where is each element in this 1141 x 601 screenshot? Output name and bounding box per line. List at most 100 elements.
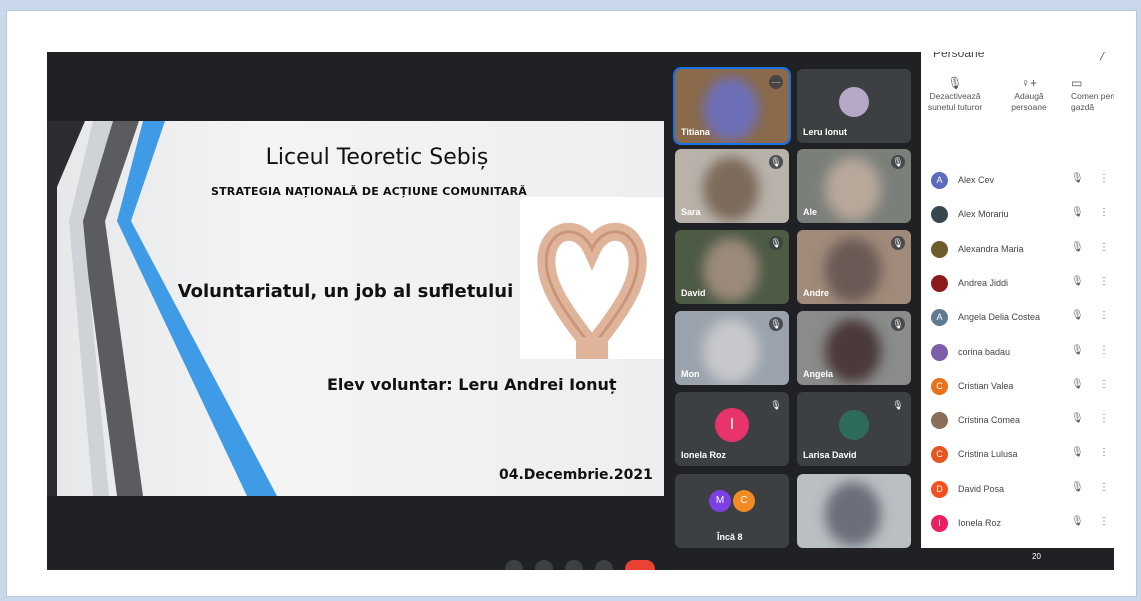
- participant-row[interactable]: A Angela Delia Costea 🎙 ⋮: [931, 307, 1109, 329]
- more-participants-tile[interactable]: M C Încă 8: [675, 474, 789, 548]
- participant-name: Sara: [681, 207, 701, 217]
- mic-off-icon[interactable]: 🎙: [1071, 482, 1084, 493]
- more-options-icon[interactable]: ⋮: [1099, 516, 1109, 527]
- more-options-icon[interactable]: ⋮: [1099, 345, 1109, 356]
- participant-name: Andrea Jiddi: [958, 277, 1009, 288]
- participant-row[interactable]: A Alex Cev 🎙 ⋮: [931, 170, 1109, 192]
- add-person-icon: ♀+: [1020, 76, 1037, 90]
- participant-name: Alex Cev: [958, 175, 995, 185]
- participant-tile[interactable]: [797, 474, 911, 548]
- participant-tile[interactable]: 🎙 Andre: [797, 230, 911, 304]
- mic-off-icon[interactable]: 🎙: [1071, 173, 1084, 184]
- avatar: [931, 240, 948, 258]
- slide-subtitle: STRATEGIA NAȚIONALĂ DE ACȚIUNE COMUNITAR…: [210, 185, 527, 198]
- leave-call-button[interactable]: [625, 560, 655, 570]
- participant-tile[interactable]: I 🎙 Ionela Roz: [675, 392, 789, 466]
- heart-hands-image: [520, 197, 664, 362]
- participant-name: Ale: [803, 207, 818, 217]
- participant-name: Cristina Lulusa: [958, 449, 1018, 460]
- slide-title: Liceul Teoretic Sebiș: [265, 145, 489, 170]
- participant-count-badge: 20: [1032, 552, 1041, 561]
- participant-row[interactable]: Alex Morariu 🎙 ⋮: [931, 204, 1109, 226]
- mic-off-icon[interactable]: 🎙: [1071, 207, 1084, 218]
- avatar: M: [709, 490, 731, 512]
- meet-window: Liceul Teoretic Sebiș STRATEGIA NAȚIONAL…: [47, 52, 1114, 570]
- participant-tile[interactable]: ⋯ Titiana: [673, 67, 791, 145]
- participant-tile[interactable]: 🎙 Ale: [797, 149, 911, 223]
- participant-name: David Posa: [958, 483, 1005, 494]
- participant-name: Alex Morariu: [958, 209, 1009, 220]
- participant-row[interactable]: corina badau 🎙 ⋮: [931, 342, 1109, 364]
- participant-name: David: [681, 288, 706, 298]
- avatar: [839, 87, 869, 117]
- more-options-icon[interactable]: ⋮: [1099, 447, 1109, 458]
- participant-tile[interactable]: Leru Ionut: [797, 69, 911, 143]
- participant-row[interactable]: Cristina Comea 🎙 ⋮: [931, 410, 1109, 432]
- participant-tile[interactable]: 🎙 Sara: [675, 149, 789, 223]
- participant-name: Andre: [803, 288, 830, 298]
- mic-off-icon[interactable]: 🎙: [1071, 447, 1084, 458]
- more-options-icon[interactable]: ⋮: [1099, 482, 1109, 493]
- add-people-button[interactable]: ♀+ Adaugă persoane: [997, 76, 1061, 113]
- more-options-icon[interactable]: ⋮: [1099, 413, 1109, 424]
- close-icon[interactable]: ╱: [1100, 52, 1106, 61]
- more-options-icon[interactable]: ⋮: [1099, 242, 1109, 253]
- avatar: [931, 412, 948, 430]
- mic-off-icon[interactable]: 🎙: [1071, 379, 1084, 390]
- participant-row[interactable]: Alexandra Maria 🎙 ⋮: [931, 239, 1109, 261]
- participant-row[interactable]: Andrea Jiddi 🎙 ⋮: [931, 273, 1109, 295]
- avatar: [931, 343, 948, 361]
- avatar: [931, 206, 948, 224]
- slide-main-text: Voluntariatul, un job al sufletului: [177, 281, 514, 302]
- mic-off-icon: 🎙: [769, 398, 783, 412]
- more-options-icon[interactable]: ⋮: [1099, 207, 1109, 218]
- host-controls-icon: ▭: [1071, 76, 1083, 90]
- mic-off-icon: 🎙: [891, 398, 905, 412]
- more-options-icon[interactable]: ⋮: [1099, 173, 1109, 184]
- panel-title: Persoane: [933, 52, 985, 60]
- mic-off-icon[interactable]: 🎙: [1071, 413, 1084, 424]
- more-options-icon[interactable]: ⋮: [1099, 379, 1109, 390]
- more-options-icon[interactable]: ⋮: [1099, 310, 1109, 321]
- participant-name: Titiana: [681, 127, 710, 137]
- mic-off-icon[interactable]: 🎙: [1071, 516, 1084, 527]
- participant-tile[interactable]: 🎙 Larisa David: [797, 392, 911, 466]
- avatar: D: [931, 480, 948, 498]
- mic-off-icon[interactable]: 🎙: [1071, 242, 1084, 253]
- participant-name: corina badau: [958, 346, 1011, 357]
- mic-off-icon[interactable]: 🎙: [1071, 276, 1084, 287]
- more-options-icon[interactable]: ⋮: [1099, 276, 1109, 287]
- participant-name: Angela Delia Costea: [958, 312, 1041, 323]
- participant-row[interactable]: D David Posa 🎙 ⋮: [931, 479, 1109, 501]
- action-label: Adaugă persoane: [1011, 91, 1047, 112]
- participant-name: Mon: [681, 369, 700, 379]
- avatar: [931, 274, 948, 292]
- mic-off-icon: 🎙: [891, 236, 905, 250]
- avatar: I: [931, 515, 948, 532]
- participant-row[interactable]: C Cristian Valea 🎙 ⋮: [931, 376, 1109, 398]
- mute-all-button[interactable]: 🎙 Dezactivează sunetul tuturor: [923, 77, 987, 113]
- avatar: C: [931, 446, 948, 464]
- participant-name: Ionela Roz: [958, 518, 1002, 528]
- mic-off-icon: 🎙: [891, 317, 905, 331]
- participant-name: Alexandra Maria: [958, 243, 1024, 254]
- avatar: I: [715, 408, 749, 442]
- participant-row[interactable]: I Ionela Roz 🎙 ⋮: [931, 513, 1109, 535]
- participant-row[interactable]: C Cristina Lulusa 🎙 ⋮: [931, 444, 1109, 466]
- mic-off-icon: 🎙: [891, 155, 905, 169]
- avatar: C: [733, 490, 755, 512]
- mic-off-icon[interactable]: 🎙: [1071, 310, 1084, 321]
- avatar: C: [931, 377, 948, 395]
- participant-tile[interactable]: 🎙 David: [675, 230, 789, 304]
- more-options-icon[interactable]: ⋯: [769, 75, 783, 89]
- slide-date: 04.Decembrie.2021: [499, 467, 653, 483]
- participant-name: Angela: [803, 369, 834, 379]
- mic-off-icon[interactable]: 🎙: [1071, 345, 1084, 356]
- participant-tile[interactable]: 🎙 Mon: [675, 311, 789, 385]
- host-controls-button[interactable]: ▭ Comen pentr gazdă: [1071, 76, 1114, 113]
- participant-name: Cristina Comea: [958, 415, 1021, 426]
- mic-off-icon: 🎙: [769, 317, 783, 331]
- action-label: Dezactivează sunetul tuturor: [927, 91, 983, 112]
- more-participants-label: Încă 8: [717, 532, 743, 542]
- participant-tile[interactable]: 🎙 Angela: [797, 311, 911, 385]
